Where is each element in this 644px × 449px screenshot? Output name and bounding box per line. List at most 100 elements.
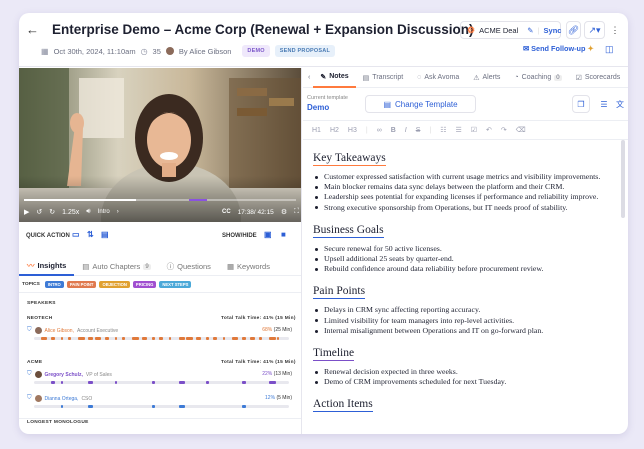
tab-transcript[interactable]: ▤ Transcript (356, 68, 410, 88)
list-item: Rebuild confidence around data reliabili… (313, 264, 623, 274)
link-icon[interactable]: ∞ (377, 127, 382, 134)
edit-icon[interactable]: ✎ (527, 26, 533, 35)
count-badge: 9 (143, 263, 151, 270)
strikethrough-icon[interactable]: S (416, 127, 421, 134)
topic-chip-next-steps[interactable]: NEXT STEPS (159, 281, 192, 288)
fullscreen-icon[interactable]: ⛶ (294, 208, 299, 216)
volume-icon[interactable]: 🔊︎ (86, 208, 90, 216)
link-button[interactable]: 🔗︎ (566, 21, 581, 39)
list-item: Leadership sees potential for expanding … (313, 192, 623, 202)
talk-segment (249, 337, 255, 340)
video-camera-icon[interactable]: ■ (281, 230, 286, 239)
talk-segment (195, 337, 201, 340)
topic-chip-pricing[interactable]: PRICING (132, 281, 157, 288)
tab-ask-avoma[interactable]: ◌ Ask Avoma (410, 68, 466, 88)
chevron-right-icon: › (116, 209, 119, 215)
tab-keywords[interactable]: ▦ Keywords (219, 258, 278, 276)
notes-section-heading: Key Takeaways (313, 152, 386, 166)
video-progress-fill (24, 199, 136, 201)
notes-section-heading: Business Goals (313, 223, 384, 238)
italic-icon[interactable]: I (405, 127, 407, 134)
pct-value: 12% (265, 395, 276, 401)
undo-icon[interactable]: ↶ (486, 126, 492, 134)
talk-segment (212, 337, 217, 340)
tab-insights[interactable]: 〰 Insights (19, 258, 75, 276)
captions-icon[interactable]: CC (222, 209, 231, 215)
notes-icon: ✎ (320, 73, 327, 81)
shield-icon: ⛉ (27, 395, 32, 401)
chevron-left-icon[interactable]: ‹ (303, 74, 313, 81)
picture-in-picture-icon[interactable]: ▣ (264, 230, 272, 239)
crm-deal-button[interactable]: ⚙ ACME Deal ✎ | Sync (460, 21, 561, 39)
comment-icon[interactable]: ▭ (72, 230, 80, 239)
tab-coaching[interactable]: ◔ Coaching 0 (507, 68, 568, 88)
bold-icon[interactable]: B (391, 127, 396, 134)
speaker-row[interactable]: ⛉ Gregory Schulz, VP of Sales 22% (13 Mi… (27, 371, 292, 385)
clear-format-icon[interactable]: ⌫ (516, 126, 526, 134)
talk-segment (60, 381, 63, 384)
bullet-list-icon[interactable]: ☷ (440, 126, 446, 134)
tab-alerts[interactable]: ⚠ Alerts (466, 68, 507, 88)
back-arrow-icon[interactable]: ← (26, 22, 39, 37)
list-format-icon: ☰ (600, 99, 608, 109)
sidebar-toggle-icon[interactable]: ◫ (605, 44, 614, 55)
redo-icon[interactable]: ↷ (501, 126, 507, 134)
scrollbar[interactable] (621, 140, 625, 218)
topic-chip-intro[interactable]: INTRO (44, 281, 64, 288)
settings-icon[interactable]: ⚙ (281, 208, 287, 216)
tab-notes[interactable]: ✎ Notes (313, 68, 356, 88)
video-player[interactable]: ▶ ↺ ↻ 1.25x 🔊︎ Intro › CC 17:38/ 42:15 ⚙… (19, 68, 301, 222)
talk-segment (95, 337, 102, 340)
speed-control[interactable]: 1.25x (62, 209, 79, 216)
rewind-icon[interactable]: ↺ (36, 208, 42, 216)
pct-min: (25 Min) (273, 327, 292, 333)
tab-keywords-label: Keywords (237, 262, 270, 271)
talk-segment (87, 405, 93, 408)
share-clip-icon[interactable]: ⇅ (87, 230, 94, 239)
talk-segment (151, 381, 155, 384)
tag-demo[interactable]: DEMO (242, 45, 270, 57)
list-item: Upsell additional 25 seats by quarter-en… (313, 254, 623, 264)
template-label: Current template (307, 95, 348, 101)
tab-notes-label: Notes (329, 73, 349, 80)
forward-icon[interactable]: ↻ (49, 208, 55, 216)
topic-chip-objection[interactable]: OBJECTION (99, 281, 130, 288)
tab-questions[interactable]: ⓘ Questions (159, 258, 219, 276)
numbered-list-icon[interactable]: ☰ (455, 126, 461, 134)
copy-icon: ❐ (577, 99, 585, 109)
change-template-label: Change Template (395, 99, 458, 109)
more-button[interactable]: ⋮ (608, 21, 622, 39)
heading-1-button[interactable]: H1 (312, 127, 321, 134)
checklist-icon[interactable]: ☑ (471, 126, 477, 134)
send-follow-up-button[interactable]: ✉ Send Follow-up ✦ (523, 44, 594, 53)
speaker-name: Dianna Ortega, (44, 395, 79, 402)
tag-send-proposal[interactable]: SEND PROPOSAL (274, 45, 336, 57)
translate-button[interactable]: 文 (611, 95, 628, 113)
tab-scorecards[interactable]: ☑ Scorecards (569, 68, 628, 88)
play-icon[interactable]: ▶ (24, 208, 29, 216)
heading-2-button[interactable]: H2 (330, 127, 339, 134)
tab-auto-chapters[interactable]: ▤ Auto Chapters 9 (74, 258, 158, 276)
left-pane: ▶ ↺ ↻ 1.25x 🔊︎ Intro › CC 17:38/ 42:15 ⚙… (19, 68, 302, 434)
change-template-button[interactable]: ▤ Change Template (365, 95, 476, 113)
talk-segment (68, 337, 72, 340)
company-acme: ACME (27, 360, 43, 365)
chevron-right-icon[interactable]: › (627, 74, 628, 81)
calendar-icon: ▦ (41, 46, 49, 56)
list-item: Limited visibility for team managers int… (313, 316, 623, 326)
sync-button[interactable]: Sync (544, 26, 562, 35)
share-button[interactable]: ↗▾ (584, 21, 605, 39)
speaker-row[interactable]: ⛉ Alice Gibson, Account Executive 68% (2… (27, 327, 292, 341)
speaker-name-row: ⛉ Alice Gibson, Account Executive (27, 327, 292, 334)
topic-chip-pain-point[interactable]: PAIN POINT (66, 281, 97, 288)
notes-list: Secure renewal for 50 active licenses. Up… (313, 244, 623, 275)
copy-button[interactable]: ❐ (572, 95, 590, 113)
video-progress-track[interactable] (24, 199, 296, 201)
mail-icon: ✉ (523, 44, 530, 53)
notes-editor[interactable]: Key Takeaways Customer expressed satisfac… (313, 148, 623, 425)
talk-segment (87, 381, 93, 384)
heading-3-button[interactable]: H3 (348, 127, 357, 134)
speaker-row[interactable]: ⛉ Dianna Ortega, CSO 12% (5 Min) (27, 395, 292, 409)
bookmark-icon[interactable]: ▤ (101, 230, 109, 239)
list-item: Internal misalignment between Operations… (313, 326, 623, 336)
